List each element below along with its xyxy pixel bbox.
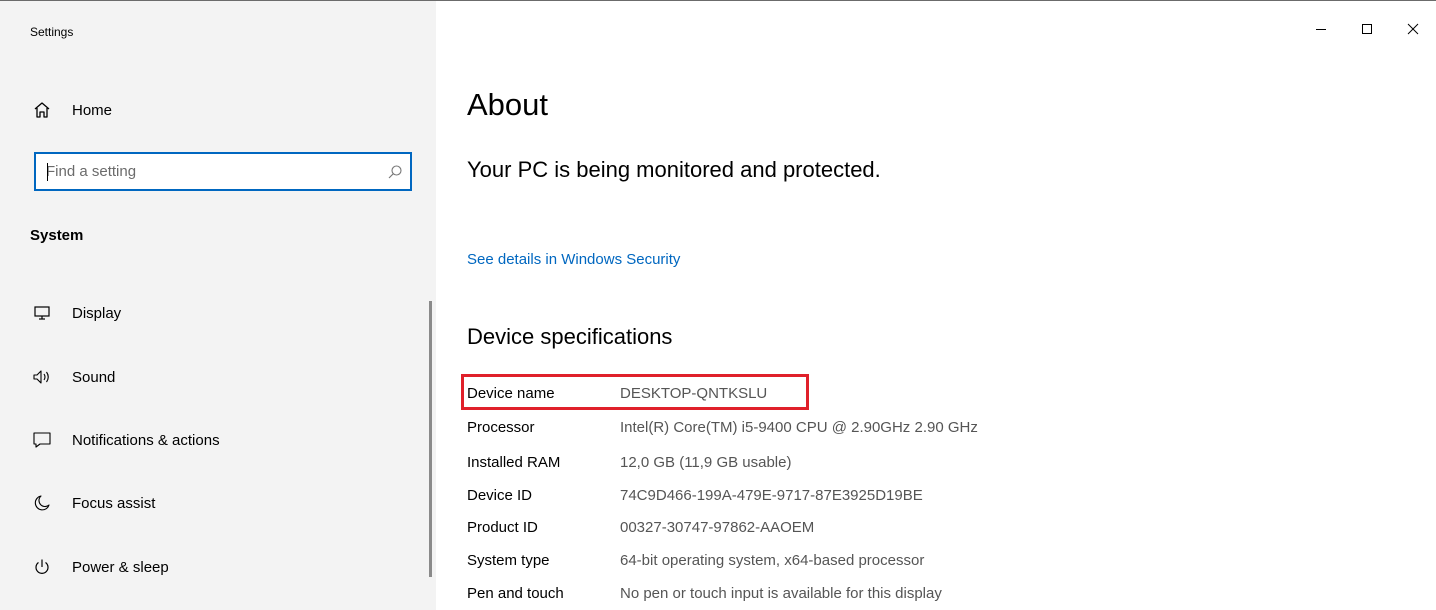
spec-value: 00327-30747-97862-AAOEM [620,518,815,536]
sidebar-item-label: Notifications & actions [72,431,220,449]
main-content: About Your PC is being monitored and pro… [436,1,1436,609]
settings-window: Settings Home System [0,0,1436,610]
sound-icon [30,365,54,389]
sidebar-item-sound[interactable]: Sound [30,357,410,397]
search-input[interactable] [36,153,380,190]
spec-row-pen-and-touch: Pen and touch No pen or touch input is a… [467,581,942,605]
search-box[interactable] [34,152,412,191]
specs-heading: Device specifications [467,324,673,349]
protection-status: Your PC is being monitored and protected… [467,157,881,182]
close-button[interactable] [1390,1,1436,61]
power-icon [30,555,54,579]
sidebar-item-focus-assist[interactable]: Focus assist [30,483,410,523]
device-name-highlight [461,374,809,410]
windows-security-link[interactable]: See details in Windows Security [467,251,680,268]
spec-key: Installed RAM [467,453,561,471]
sidebar-item-power-sleep[interactable]: Power & sleep [30,547,410,587]
spec-value: 64-bit operating system, x64-based proce… [620,551,925,569]
spec-key: Product ID [467,518,538,536]
spec-row-device-id: Device ID 74C9D466-199A-479E-9717-87E392… [467,483,923,507]
sidebar-item-notifications[interactable]: Notifications & actions [30,420,410,460]
sidebar: Settings Home System [0,1,436,610]
sidebar-item-display[interactable]: Display [30,293,410,333]
sidebar-item-label: Power & sleep [72,558,169,576]
sidebar-scrollbar[interactable] [429,301,432,577]
minimize-button[interactable] [1298,1,1344,61]
spec-row-installed-ram: Installed RAM 12,0 GB (11,9 GB usable) [467,450,791,474]
home-icon [30,98,54,122]
spec-value: 74C9D466-199A-479E-9717-87E3925D19BE [620,486,923,504]
minimize-icon [1315,22,1327,40]
spec-row-processor: Processor Intel(R) Core(TM) i5-9400 CPU … [467,415,978,439]
focus-assist-icon [30,491,54,515]
text-caret [47,163,48,181]
spec-key: System type [467,551,550,569]
display-icon [30,301,54,325]
app-title: Settings [30,25,74,39]
spec-value: Intel(R) Core(TM) i5-9400 CPU @ 2.90GHz … [620,418,978,436]
maximize-icon [1361,22,1373,40]
spec-value: No pen or touch input is available for t… [620,584,942,602]
window-controls [1298,1,1436,61]
spec-value: 12,0 GB (11,9 GB usable) [620,453,792,471]
sidebar-item-label: Home [72,101,113,119]
spec-row-product-id: Product ID 00327-30747-97862-AAOEM [467,515,814,539]
close-icon [1407,22,1419,40]
page-title: About [467,87,549,122]
spec-key: Device ID [467,486,533,504]
search-icon[interactable] [380,154,410,189]
maximize-button[interactable] [1344,1,1390,61]
notifications-icon [30,428,54,452]
section-title: System [30,227,84,244]
sidebar-item-label: Sound [72,368,116,386]
spec-key: Processor [467,418,535,436]
sidebar-item-home[interactable]: Home [30,95,112,125]
spec-key: Pen and touch [467,584,564,602]
sidebar-item-label: Display [72,304,122,322]
sidebar-item-label: Focus assist [72,494,156,512]
spec-row-system-type: System type 64-bit operating system, x64… [467,548,924,572]
